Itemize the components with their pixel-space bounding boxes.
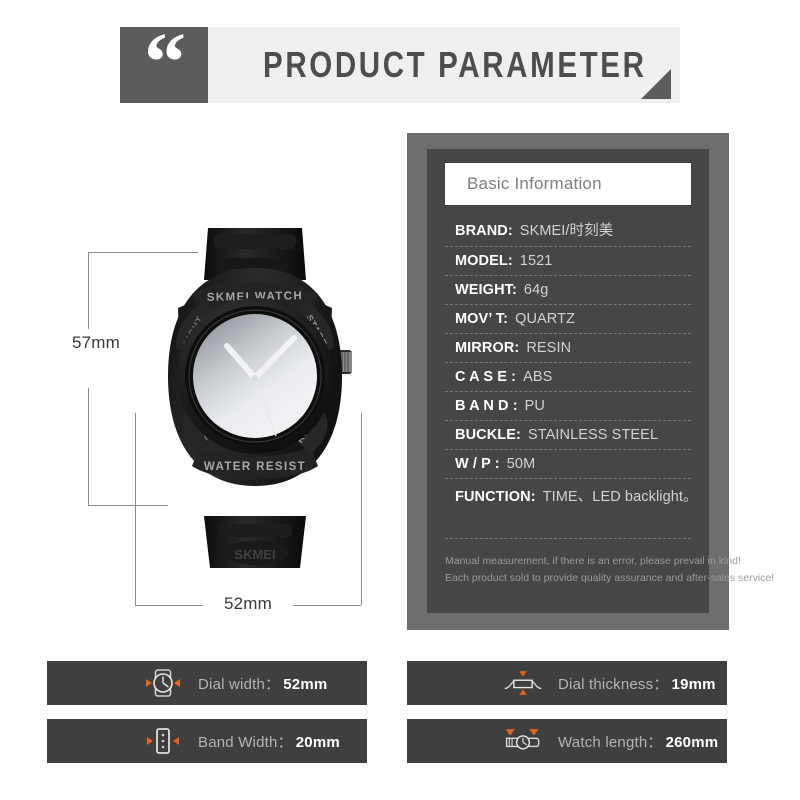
table-row: B A N D : PU xyxy=(445,392,691,421)
row-label: MIRROR: xyxy=(455,340,520,356)
table-row: WEIGHT: 64g xyxy=(445,276,691,305)
row-label: W / P : xyxy=(455,456,500,472)
svg-text:WATER RESIST: WATER RESIST xyxy=(204,461,306,473)
row-label: MODEL: xyxy=(455,253,513,269)
specification-title: Basic Information xyxy=(467,174,602,193)
disclaimer-line-1: Manual measurement, if there is an error… xyxy=(445,555,741,567)
width-dimension-label: 52mm xyxy=(203,594,293,614)
feature-band-width: Band Width： 20mm xyxy=(47,719,367,763)
width-rule-left xyxy=(135,605,203,606)
table-row: FUNCTION: TIME、LED backlight。 xyxy=(445,479,698,512)
feature-label: Band Width： xyxy=(198,733,293,751)
row-value: SKMEI/时刻美 xyxy=(519,223,614,239)
watch-product-photo: SKMEI SKMEI WATCH WATER RESIST START RES… xyxy=(168,228,352,568)
specification-title-bar: Basic Information xyxy=(445,163,691,205)
feature-label: Watch length： xyxy=(558,733,663,751)
band-width-icon xyxy=(142,724,184,758)
dial-thickness-icon xyxy=(502,666,544,700)
page-title: PRODUCT PARAMETER xyxy=(263,44,647,85)
row-label: FUNCTION: xyxy=(455,489,536,505)
feature-text: Watch length： 260mm xyxy=(558,731,718,752)
feature-text: Dial width： 52mm xyxy=(198,673,327,694)
row-label: B A N D : xyxy=(455,398,518,414)
row-value: 1521 xyxy=(519,253,553,269)
width-rule-right xyxy=(293,605,361,606)
row-label: MOV’ T: xyxy=(455,311,509,327)
specification-frame: Basic Information BRAND: SKMEI/时刻美 MODEL… xyxy=(407,133,775,630)
row-label: C A S E : xyxy=(455,369,517,385)
quote-icon: “ xyxy=(144,15,186,109)
row-value: STAINLESS STEEL xyxy=(527,427,659,443)
disclaimer-note: Manual measurement, if there is an error… xyxy=(445,538,775,588)
height-rule-upper xyxy=(88,252,89,329)
table-row: BRAND: SKMEI/时刻美 xyxy=(445,213,691,247)
table-row: MODEL: 1521 xyxy=(445,247,691,276)
feature-value: 260mm xyxy=(665,733,719,751)
feature-value: 20mm xyxy=(295,733,340,751)
table-row: MIRROR: RESIN xyxy=(445,334,691,363)
row-label: WEIGHT: xyxy=(455,282,517,298)
table-row: C A S E : ABS xyxy=(445,363,691,392)
feature-label: Dial width： xyxy=(198,675,281,693)
feature-watch-length: Watch length： 260mm xyxy=(407,719,727,763)
feature-value: 19mm xyxy=(671,675,716,693)
row-value: 64g xyxy=(523,282,549,298)
table-row: MOV’ T: QUARTZ xyxy=(445,305,691,334)
row-value: RESIN xyxy=(526,340,572,356)
row-label: BRAND: xyxy=(455,223,513,239)
feature-value: 52mm xyxy=(283,675,328,693)
page-header: “ PRODUCT PARAMETER xyxy=(120,15,680,109)
row-value: 50M xyxy=(506,456,536,472)
specification-panel: Basic Information BRAND: SKMEI/时刻美 MODEL… xyxy=(427,149,775,613)
table-row: BUCKLE: STAINLESS STEEL xyxy=(445,421,691,450)
feature-dial-width: Dial width： 52mm xyxy=(47,661,367,705)
svg-text:SKMEI: SKMEI xyxy=(234,547,275,562)
corner-triangle-icon xyxy=(641,69,671,99)
row-value: ABS xyxy=(523,369,553,385)
height-dimension-label: 57mm xyxy=(71,333,121,352)
watch-length-icon xyxy=(502,724,544,758)
product-image-area: 57mm 52mm SKMEI SKMEI WATCH WATER RESIST xyxy=(55,228,400,628)
feature-label: Dial thickness： xyxy=(558,675,669,693)
header-banner: PRODUCT PARAMETER xyxy=(208,27,680,103)
disclaimer-line-2: Each product sold to provide quality ass… xyxy=(445,572,775,585)
row-label: BUCKLE: xyxy=(455,427,521,443)
table-row: W / P : 50M xyxy=(445,450,691,479)
specification-rows: BRAND: SKMEI/时刻美 MODEL: 1521 WEIGHT: 64g… xyxy=(445,213,698,512)
dial-width-icon xyxy=(142,666,184,700)
height-rule-lower xyxy=(88,388,89,505)
row-value: QUARTZ xyxy=(515,311,576,327)
feature-dial-thickness: Dial thickness： 19mm xyxy=(407,661,727,705)
row-value: PU xyxy=(524,398,545,414)
feature-text: Band Width： 20mm xyxy=(198,731,340,752)
feature-text: Dial thickness： 19mm xyxy=(558,673,716,694)
quote-mark-block: “ xyxy=(120,15,208,109)
row-value: TIME、LED backlight。 xyxy=(542,489,698,505)
